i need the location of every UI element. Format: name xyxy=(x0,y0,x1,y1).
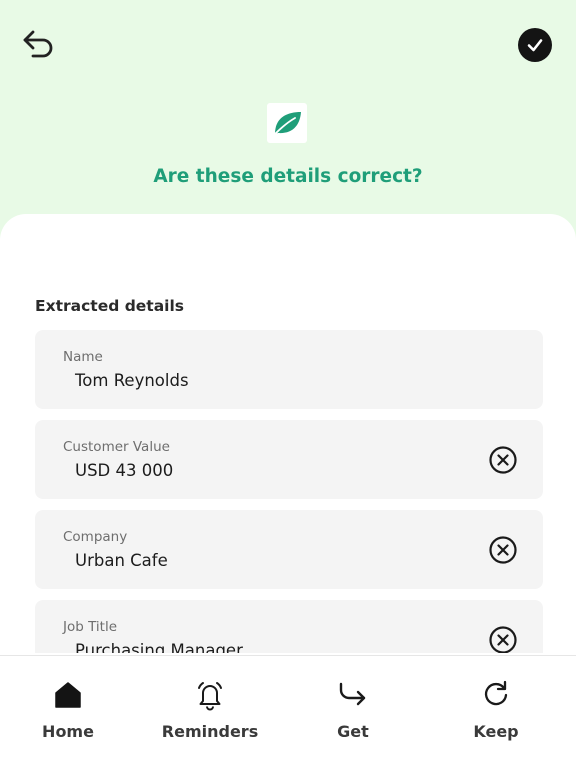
field-value: USD 43 000 xyxy=(75,461,174,480)
nav-label: Keep xyxy=(473,722,519,741)
check-icon xyxy=(527,39,543,52)
field-company[interactable]: Company Urban Cafe xyxy=(35,510,543,589)
bell-icon xyxy=(198,682,222,711)
bottom-nav: Home Reminders Get Keep xyxy=(0,655,576,768)
field-value: Purchasing Manager xyxy=(75,641,243,653)
leaf-icon xyxy=(274,112,301,135)
app-logo xyxy=(267,103,307,143)
field-value: Urban Cafe xyxy=(75,551,168,570)
field-label: Job Title xyxy=(63,619,118,635)
nav-label: Home xyxy=(42,722,94,741)
field-job-title[interactable]: Job Title Purchasing Manager xyxy=(35,600,543,653)
nav-item-home[interactable]: Home xyxy=(0,656,138,768)
undo-arrow-icon xyxy=(23,30,53,58)
nav-item-keep[interactable]: Keep xyxy=(426,656,566,768)
header-area: Are these details correct? xyxy=(0,0,576,240)
clear-customer-value-button[interactable] xyxy=(488,445,518,475)
nav-item-get[interactable]: Get xyxy=(283,656,423,768)
clear-job-title-button[interactable] xyxy=(488,625,518,653)
confirmation-question: Are these details correct? xyxy=(153,166,423,187)
section-title: Extracted details xyxy=(35,297,185,315)
nav-item-reminders[interactable]: Reminders xyxy=(140,656,280,768)
field-customer-value[interactable]: Customer Value USD 43 000 xyxy=(35,420,543,499)
redo-arrow-icon xyxy=(339,682,366,706)
field-name[interactable]: Name Tom Reynolds xyxy=(35,330,543,409)
field-label: Name xyxy=(63,349,103,365)
home-icon xyxy=(55,682,81,708)
field-value: Tom Reynolds xyxy=(75,371,189,390)
field-label: Company xyxy=(63,529,128,545)
nav-label: Get xyxy=(337,722,369,741)
back-button[interactable] xyxy=(18,26,58,62)
nav-label: Reminders xyxy=(161,722,259,741)
close-circle-icon xyxy=(489,536,517,564)
close-circle-icon xyxy=(489,626,517,653)
clear-company-button[interactable] xyxy=(488,535,518,565)
close-circle-icon xyxy=(489,446,517,474)
field-label: Customer Value xyxy=(63,439,170,455)
fields-list: Name Tom Reynolds Customer Value USD 43 … xyxy=(0,320,576,653)
confirm-button[interactable] xyxy=(518,28,552,62)
refresh-icon xyxy=(484,680,508,706)
